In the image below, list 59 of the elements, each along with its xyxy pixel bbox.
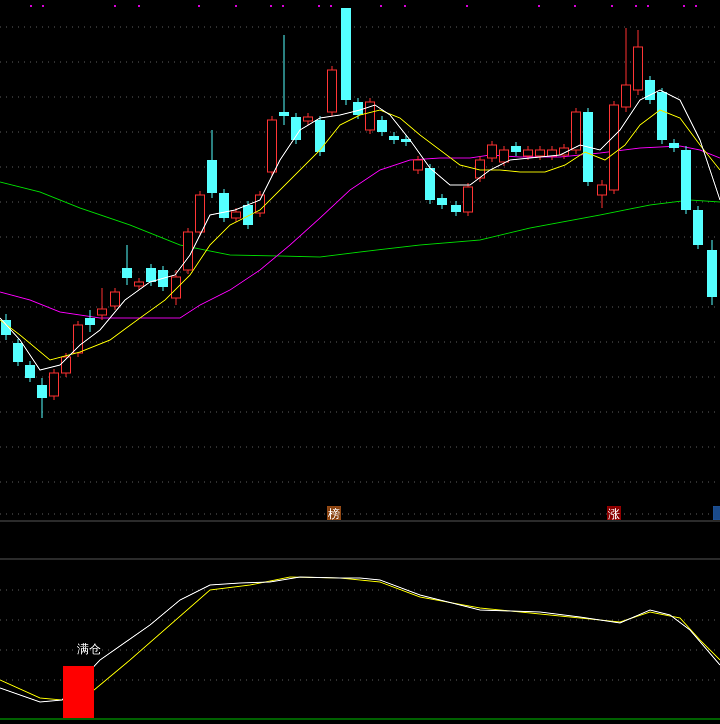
signal-bar (63, 666, 94, 718)
candlestick (487, 140, 497, 162)
candlestick (158, 266, 168, 292)
candlestick (171, 270, 181, 306)
candlestick (73, 320, 83, 358)
marker-tag: 涨 (607, 506, 621, 521)
candlestick (707, 240, 717, 306)
candlestick (255, 190, 265, 218)
candlestick (645, 76, 655, 104)
candlestick (413, 156, 423, 174)
candlestick (597, 180, 607, 208)
signal-label: 满仓 (77, 642, 101, 656)
candlestick (547, 146, 557, 160)
candlestick (451, 200, 461, 216)
candlestick (571, 108, 581, 154)
candlestick (669, 138, 679, 152)
candlestick (85, 310, 95, 332)
candlestick (1, 314, 11, 340)
candlestick (195, 190, 205, 236)
candlestick (231, 208, 241, 222)
candlestick (134, 278, 144, 290)
cut-marker-tag (713, 506, 720, 520)
candlestick (327, 66, 337, 116)
candlestick (183, 228, 193, 274)
candlestick (61, 352, 71, 378)
candlestick (377, 116, 387, 136)
candlestick (37, 378, 47, 418)
candlestick (511, 142, 521, 156)
candlestick (499, 146, 509, 166)
candlestick (389, 132, 399, 144)
candlestick (303, 112, 313, 126)
candlestick (681, 146, 691, 214)
candlestick (425, 164, 435, 204)
marker-tag: 榜 (327, 506, 341, 521)
candlestick (243, 200, 253, 230)
candlestick (267, 116, 277, 176)
candlestick (535, 146, 545, 160)
candlestick (475, 156, 485, 182)
candlestick (559, 144, 569, 160)
candlestick (437, 194, 447, 210)
candlestick (401, 134, 411, 146)
candlestick (463, 182, 473, 216)
candlestick (365, 98, 375, 134)
candlestick (146, 264, 156, 286)
candlestick (633, 30, 643, 96)
candlestick (110, 288, 120, 310)
candlestick (25, 360, 35, 382)
candlestick (122, 244, 132, 286)
candlestick (353, 98, 363, 120)
candlestick (13, 338, 23, 366)
candlestick (315, 116, 325, 156)
candlestick (219, 188, 229, 222)
candlestick (97, 288, 107, 320)
candlestick (207, 130, 217, 198)
candlestick (523, 146, 533, 160)
candlestick (657, 88, 667, 144)
candlestick (49, 368, 59, 400)
candlestick (291, 112, 301, 144)
candlestick (693, 206, 703, 250)
